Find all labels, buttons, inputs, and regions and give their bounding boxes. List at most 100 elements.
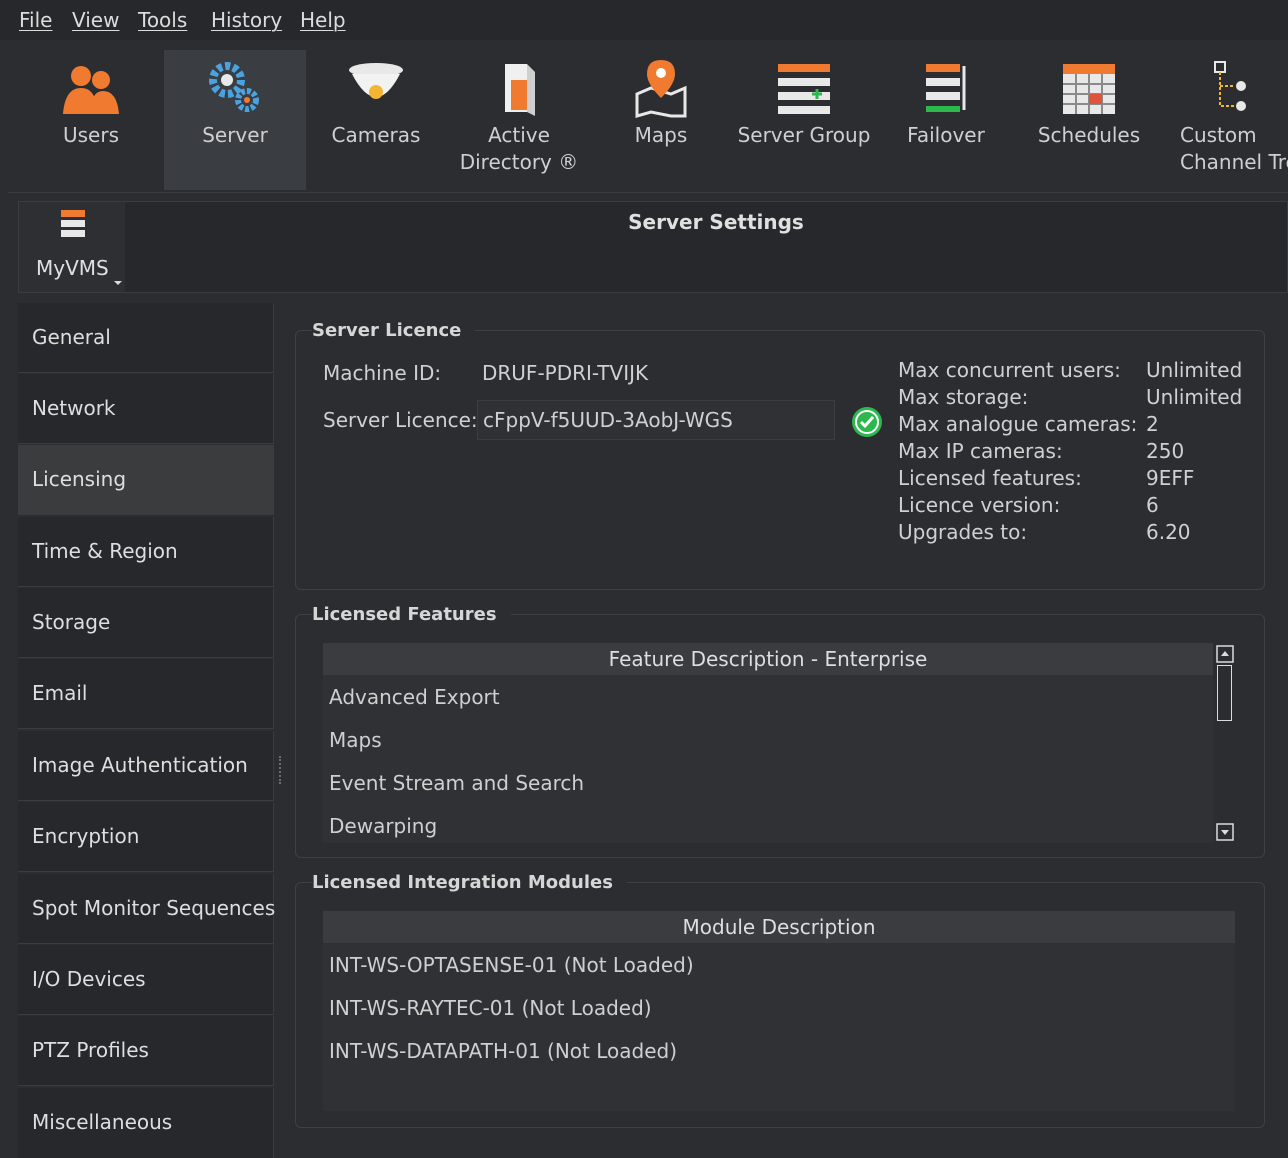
- toolbar-label: Users: [62, 123, 119, 147]
- licensed-modules-group-title: Licensed Integration Modules: [312, 872, 627, 893]
- active-directory-icon: [505, 64, 535, 116]
- table-row[interactable]: Advanced Export: [329, 685, 500, 709]
- main-toolbar: Users Server Cameras Active Directory ®: [8, 44, 1288, 193]
- licensed-features-value: 9EFF: [1146, 466, 1195, 490]
- toolbar-failover-button[interactable]: Failover: [875, 50, 1017, 190]
- sidebar-item-label: Storage: [32, 610, 111, 634]
- settings-sidebar: General Network Licensing Time & Region …: [18, 303, 276, 1158]
- sidebar-item-label: Encryption: [32, 824, 140, 848]
- max-concurrent-users-label: Max concurrent users:: [898, 358, 1121, 382]
- max-concurrent-users-value: Unlimited: [1146, 358, 1243, 382]
- licensed-features-label: Licensed features:: [898, 466, 1082, 490]
- toolbar-custom-channel-tree-button[interactable]: Custom Channel Tree: [1160, 50, 1288, 190]
- sidebar-item-storage[interactable]: Storage: [18, 588, 274, 658]
- server-licence-group-title: Server Licence: [312, 320, 476, 341]
- sidebar-item-label: Email: [32, 681, 88, 705]
- table-row[interactable]: Dewarping: [329, 814, 437, 838]
- sidebar-item-label: Image Authentication: [32, 753, 248, 777]
- toolbar-label: Cameras: [331, 123, 421, 147]
- features-table-header[interactable]: Feature Description - Enterprise: [323, 643, 1213, 675]
- menu-history[interactable]: History: [211, 8, 282, 32]
- licence-valid-check-icon: [852, 407, 882, 437]
- page-title: Server Settings: [628, 210, 804, 234]
- toolbar-label: Custom Channel Tree: [1180, 123, 1288, 174]
- table-row[interactable]: INT-WS-OPTASENSE-01 (Not Loaded): [329, 953, 694, 977]
- modules-table-header[interactable]: Module Description: [323, 911, 1235, 943]
- max-analogue-cameras-label: Max analogue cameras:: [898, 412, 1138, 436]
- max-storage-value: Unlimited: [1146, 385, 1243, 409]
- sidebar-item-label: Spot Monitor Sequences: [32, 896, 276, 920]
- toolbar-schedules-button[interactable]: Schedules: [1018, 50, 1160, 190]
- max-ip-cameras-label: Max IP cameras:: [898, 439, 1063, 463]
- server-licence-label: Server Licence:: [323, 408, 478, 432]
- table-row[interactable]: INT-WS-DATAPATH-01 (Not Loaded): [329, 1039, 677, 1063]
- toolbar-server-group-button[interactable]: Server Group: [733, 50, 875, 190]
- server-gear-icon: [209, 62, 259, 112]
- max-ip-cameras-value: 250: [1146, 439, 1185, 463]
- sidebar-item-network[interactable]: Network: [18, 374, 274, 444]
- machine-id-value: DRUF-PDRI-TVIJK: [482, 361, 649, 385]
- upgrades-to-value: 6.20: [1146, 520, 1191, 544]
- failover-icon: [926, 64, 966, 112]
- server-group-icon: [778, 64, 830, 114]
- server-licence-field[interactable]: cFppV-f5UUD-3AobJ-WGS: [477, 400, 835, 440]
- sidebar-item-miscellaneous[interactable]: Miscellaneous: [18, 1088, 274, 1158]
- toolbar-label: Server Group: [737, 123, 871, 147]
- menu-help[interactable]: Help: [300, 8, 346, 32]
- toolbar-label: Server: [202, 123, 268, 147]
- sidebar-item-ptz-profiles[interactable]: PTZ Profiles: [18, 1016, 274, 1086]
- sidebar-item-label: Miscellaneous: [32, 1110, 173, 1134]
- menu-file[interactable]: File: [19, 8, 52, 32]
- chevron-down-icon: [114, 281, 122, 285]
- sidebar-item-label: Licensing: [32, 467, 127, 491]
- sidebar-item-label: PTZ Profiles: [32, 1038, 149, 1062]
- features-scrollbar[interactable]: [1214, 643, 1236, 843]
- toolbar-users-button[interactable]: Users: [20, 50, 162, 190]
- sidebar-item-label: Network: [32, 396, 116, 420]
- toolbar-label: Active Directory ®: [459, 123, 579, 174]
- sidebar-item-label: I/O Devices: [32, 967, 146, 991]
- splitter-handle[interactable]: [279, 756, 284, 784]
- users-icon: [63, 66, 119, 114]
- server-settings-header: MyVMS Server Settings: [18, 201, 1288, 293]
- sidebar-item-general[interactable]: General: [18, 303, 274, 373]
- toolbar-active-directory-button[interactable]: Active Directory ®: [448, 50, 590, 190]
- menu-tools[interactable]: Tools: [138, 8, 187, 32]
- scroll-down-icon[interactable]: [1216, 823, 1234, 841]
- licensed-features-group-title: Licensed Features: [312, 604, 511, 625]
- toolbar-maps-button[interactable]: Maps: [590, 50, 732, 190]
- sidebar-item-email[interactable]: Email: [18, 659, 274, 729]
- toolbar-cameras-button[interactable]: Cameras: [305, 50, 447, 190]
- dome-camera-icon: [349, 63, 403, 99]
- sidebar-item-encryption[interactable]: Encryption: [18, 802, 274, 872]
- licence-stats: Max concurrent users: Unlimited Max stor…: [898, 358, 1258, 558]
- sidebar-item-licensing[interactable]: Licensing: [18, 445, 274, 515]
- sidebar-item-spot-monitor-sequences[interactable]: Spot Monitor Sequences: [18, 874, 276, 944]
- toolbar-label: Maps: [634, 123, 688, 147]
- sidebar-item-label: Time & Region: [32, 539, 178, 563]
- map-pin-icon: [635, 60, 687, 118]
- table-row[interactable]: Maps: [329, 728, 382, 752]
- sidebar-item-time-region[interactable]: Time & Region: [18, 517, 274, 587]
- sidebar-item-io-devices[interactable]: I/O Devices: [18, 945, 274, 1015]
- toolbar-server-button[interactable]: Server: [164, 50, 306, 190]
- table-row[interactable]: INT-WS-RAYTEC-01 (Not Loaded): [329, 996, 652, 1020]
- sidebar-item-label: General: [32, 325, 111, 349]
- upgrades-to-label: Upgrades to:: [898, 520, 1028, 544]
- machine-id-label: Machine ID:: [323, 361, 442, 385]
- table-row[interactable]: Event Stream and Search: [329, 771, 584, 795]
- toolbar-label: Failover: [907, 123, 985, 147]
- licence-version-value: 6: [1146, 493, 1159, 517]
- licence-version-label: Licence version:: [898, 493, 1061, 517]
- scroll-thumb[interactable]: [1217, 665, 1232, 721]
- menu-bar: File View Tools History Help: [0, 0, 1288, 40]
- toolbar-label: Schedules: [1037, 123, 1141, 147]
- menu-view[interactable]: View: [72, 8, 119, 32]
- server-licence-value: cFppV-f5UUD-3AobJ-WGS: [483, 408, 733, 432]
- scroll-up-icon[interactable]: [1216, 645, 1234, 663]
- max-storage-label: Max storage:: [898, 385, 1029, 409]
- server-name: MyVMS: [36, 256, 109, 280]
- channel-tree-icon: [1214, 61, 1246, 111]
- sidebar-item-image-authentication[interactable]: Image Authentication: [18, 731, 274, 801]
- max-analogue-cameras-value: 2: [1146, 412, 1159, 436]
